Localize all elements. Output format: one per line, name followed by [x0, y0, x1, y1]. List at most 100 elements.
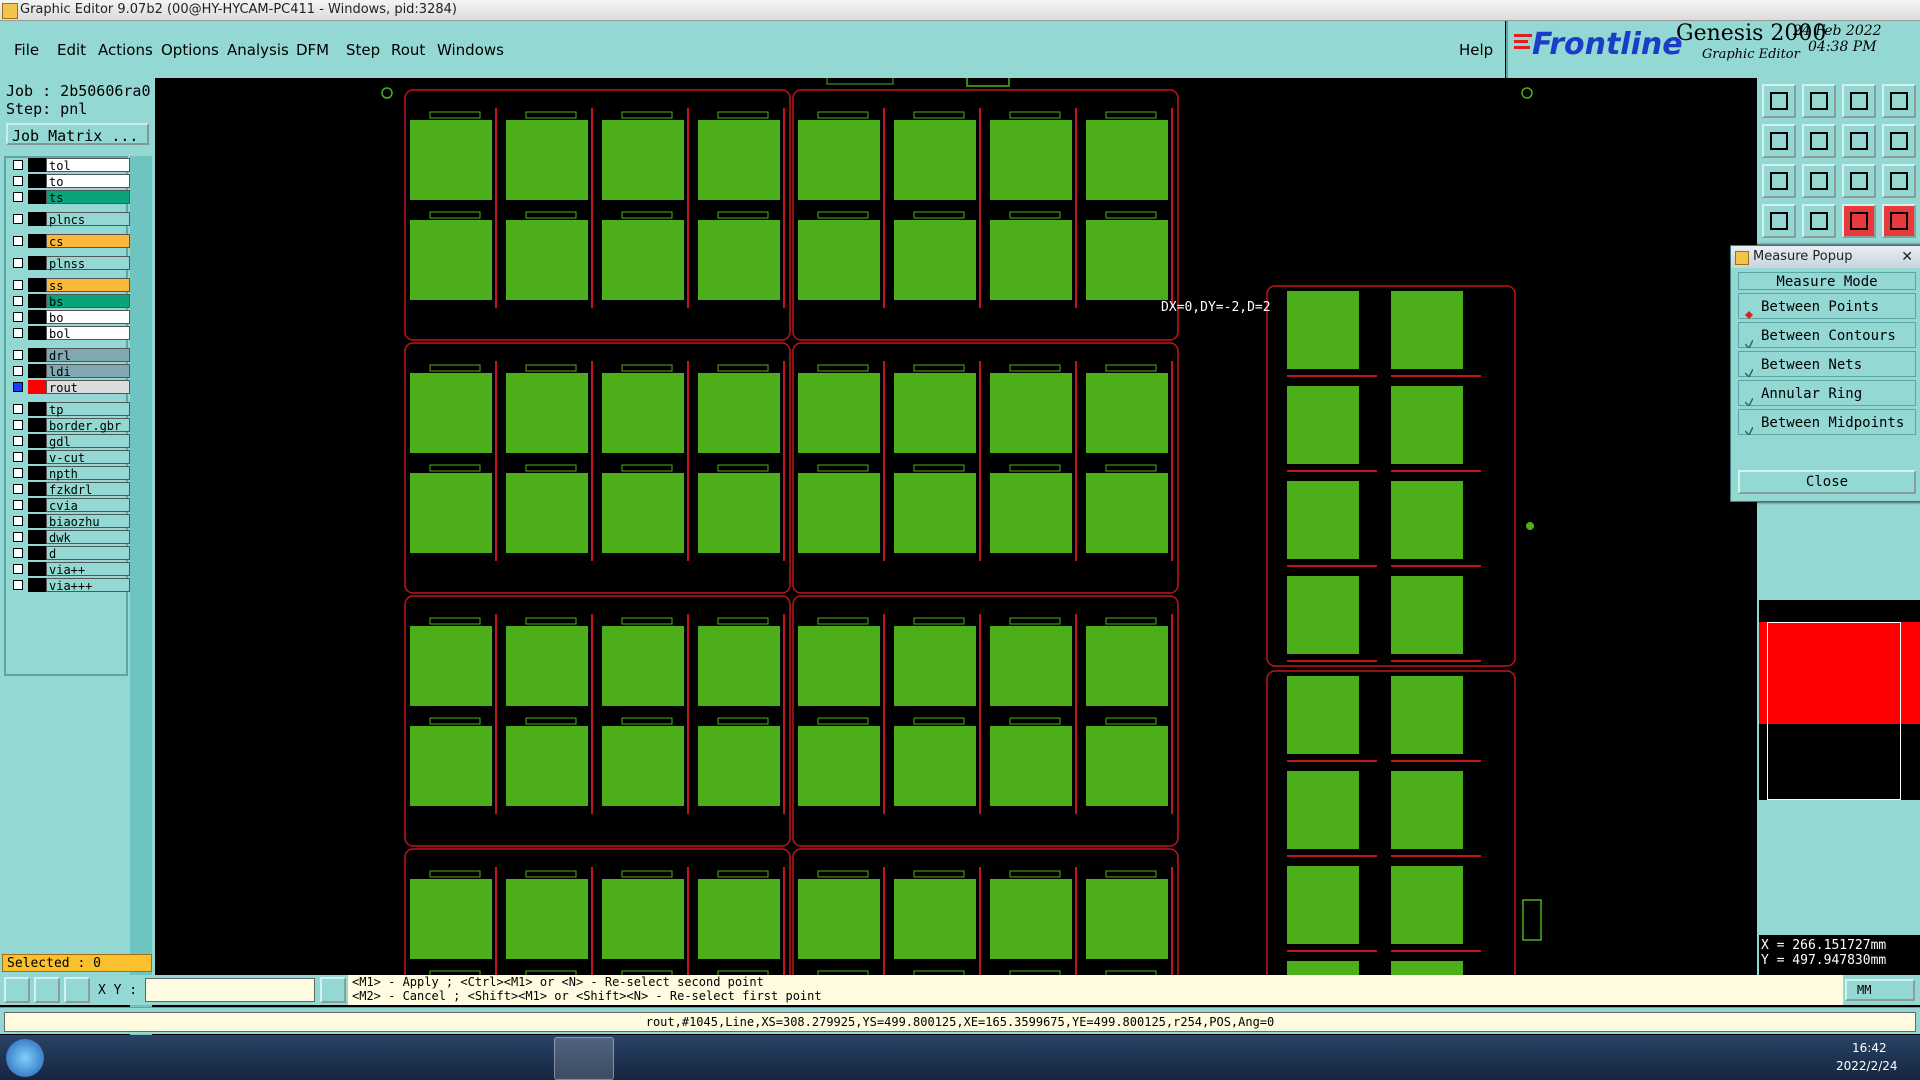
taskbar-app-genesis-icon[interactable]	[554, 1037, 614, 1080]
overview-map[interactable]	[1759, 600, 1920, 800]
layer-name[interactable]: ts	[46, 190, 130, 205]
taskbar-app-word-icon[interactable]	[430, 1037, 488, 1078]
zoom-out-icon[interactable]	[1842, 124, 1876, 158]
layer-checkbox[interactable]	[13, 564, 23, 574]
layer-checkbox[interactable]	[13, 548, 23, 558]
layer-name[interactable]: plncs	[46, 212, 130, 227]
layer-name[interactable]: npth	[46, 466, 130, 481]
pan-mode-icon[interactable]	[64, 977, 90, 1003]
job-matrix-button[interactable]: Job Matrix ...	[6, 123, 149, 145]
taskbar-app-viewer-icon[interactable]	[678, 1037, 736, 1078]
layer-row-tol[interactable]: tol	[8, 158, 130, 173]
scale-icon[interactable]	[1842, 164, 1876, 198]
pcb-panel-drawing[interactable]	[155, 78, 1759, 975]
menu-actions[interactable]: Actions	[98, 41, 153, 59]
layer-name[interactable]: bs	[46, 294, 130, 309]
layer-row-drl[interactable]: drl	[8, 348, 130, 363]
layer-row-v-cut[interactable]: v-cut	[8, 450, 130, 465]
measure-option-between-contours[interactable]: Between Contours	[1738, 322, 1916, 350]
layer-row-fzkdrl[interactable]: fzkdrl	[8, 482, 130, 497]
menu-dfm[interactable]: DFM	[296, 41, 329, 59]
layer-checkbox[interactable]	[13, 382, 23, 392]
layer-row-cvia[interactable]: cvia	[8, 498, 130, 513]
layer-row-d[interactable]: d	[8, 546, 130, 561]
layer-checkbox[interactable]	[13, 350, 23, 360]
layer-name[interactable]: plnss	[46, 256, 130, 271]
menu-file[interactable]: File	[14, 41, 39, 59]
import-icon[interactable]	[1762, 124, 1796, 158]
export-icon[interactable]	[1802, 124, 1836, 158]
layer-checkbox[interactable]	[13, 328, 23, 338]
info-icon[interactable]	[320, 977, 346, 1003]
layer-checkbox[interactable]	[13, 312, 23, 322]
open-job-icon[interactable]	[1762, 84, 1796, 118]
taskbar-app-green-icon[interactable]	[368, 1037, 426, 1078]
layer-checkbox[interactable]	[13, 176, 23, 186]
measure-option-between-midpoints[interactable]: Between Midpoints	[1738, 409, 1916, 437]
layer-checkbox[interactable]	[13, 280, 23, 290]
layer-name[interactable]: via++	[46, 562, 130, 577]
layer-row-bol[interactable]: bol	[8, 326, 130, 341]
save-job-icon[interactable]	[1802, 84, 1836, 118]
layer-name[interactable]: border.gbr	[46, 418, 130, 433]
layer-checkbox[interactable]	[13, 468, 23, 478]
layer-checkbox[interactable]	[13, 404, 23, 414]
center-icon[interactable]	[1802, 164, 1836, 198]
menu-edit[interactable]: Edit	[57, 41, 86, 59]
layer-name[interactable]: dwk	[46, 530, 130, 545]
red-layer-2-icon[interactable]	[1882, 204, 1916, 238]
layer-name[interactable]: fzkdrl	[46, 482, 130, 497]
layer-checkbox[interactable]	[13, 500, 23, 510]
layer-name[interactable]: biaozhu	[46, 514, 130, 529]
layer-row-to[interactable]: to	[8, 174, 130, 189]
layer-checkbox[interactable]	[13, 214, 23, 224]
layer-row-ss[interactable]: ss	[8, 278, 130, 293]
menu-help[interactable]: Help	[1459, 41, 1493, 59]
measure-option-annular-ring[interactable]: Annular Ring	[1738, 380, 1916, 408]
layer-name[interactable]: bol	[46, 326, 130, 341]
start-button-icon[interactable]	[6, 1039, 44, 1077]
layer-row-bo[interactable]: bo	[8, 310, 130, 325]
units-button[interactable]: MM	[1845, 979, 1915, 1001]
layer-row-dwk[interactable]: dwk	[8, 530, 130, 545]
red-layer-1-icon[interactable]	[1842, 204, 1876, 238]
layer-name[interactable]: v-cut	[46, 450, 130, 465]
measure-option-between-nets[interactable]: Between Nets	[1738, 351, 1916, 379]
layer-row-bs[interactable]: bs	[8, 294, 130, 309]
layer-checkbox[interactable]	[13, 192, 23, 202]
taskbar-app-excel-icon[interactable]	[616, 1037, 674, 1078]
layer-row-tp[interactable]: tp	[8, 402, 130, 417]
grid-mode-icon[interactable]	[34, 977, 60, 1003]
layer-row-plnss[interactable]: plnss	[8, 256, 130, 271]
taskbar-app-shell-icon[interactable]	[58, 1037, 116, 1078]
layer-name[interactable]: tol	[46, 158, 130, 173]
popup-close-icon[interactable]: ✕	[1901, 246, 1913, 268]
layer-row-ldi[interactable]: ldi	[8, 364, 130, 379]
layer-row-gdl[interactable]: gdl	[8, 434, 130, 449]
taskbar-app-notepad-icon[interactable]	[120, 1037, 178, 1078]
layer-row-rout[interactable]: rout	[8, 380, 130, 395]
layer-name[interactable]: drl	[46, 348, 130, 363]
layer-name[interactable]: bo	[46, 310, 130, 325]
layer-name[interactable]: rout	[46, 380, 130, 395]
fit-icon[interactable]	[1762, 164, 1796, 198]
measure-close-button[interactable]: Close	[1738, 470, 1916, 494]
layer-name[interactable]: cvia	[46, 498, 130, 513]
layer-checkbox[interactable]	[13, 452, 23, 462]
layer-row-biaozhu[interactable]: biaozhu	[8, 514, 130, 529]
layer-name[interactable]: to	[46, 174, 130, 189]
layer-row-via-[interactable]: via+++	[8, 578, 130, 593]
left-panel-scrollbar[interactable]	[130, 156, 152, 1046]
xy-input[interactable]	[145, 978, 315, 1002]
menu-options[interactable]: Options	[161, 41, 219, 59]
layer-name[interactable]: ss	[46, 278, 130, 293]
layer-row-plncs[interactable]: plncs	[8, 212, 130, 227]
layer-name[interactable]: via+++	[46, 578, 130, 593]
layer-name[interactable]: d	[46, 546, 130, 561]
taskbar-app-chat-icon[interactable]	[182, 1037, 240, 1078]
layer-row-cs[interactable]: cs	[8, 234, 130, 249]
menu-analysis[interactable]: Analysis	[227, 41, 289, 59]
layer-row-border-gbr[interactable]: border.gbr	[8, 418, 130, 433]
layer-checkbox[interactable]	[13, 484, 23, 494]
layer-name[interactable]: tp	[46, 402, 130, 417]
